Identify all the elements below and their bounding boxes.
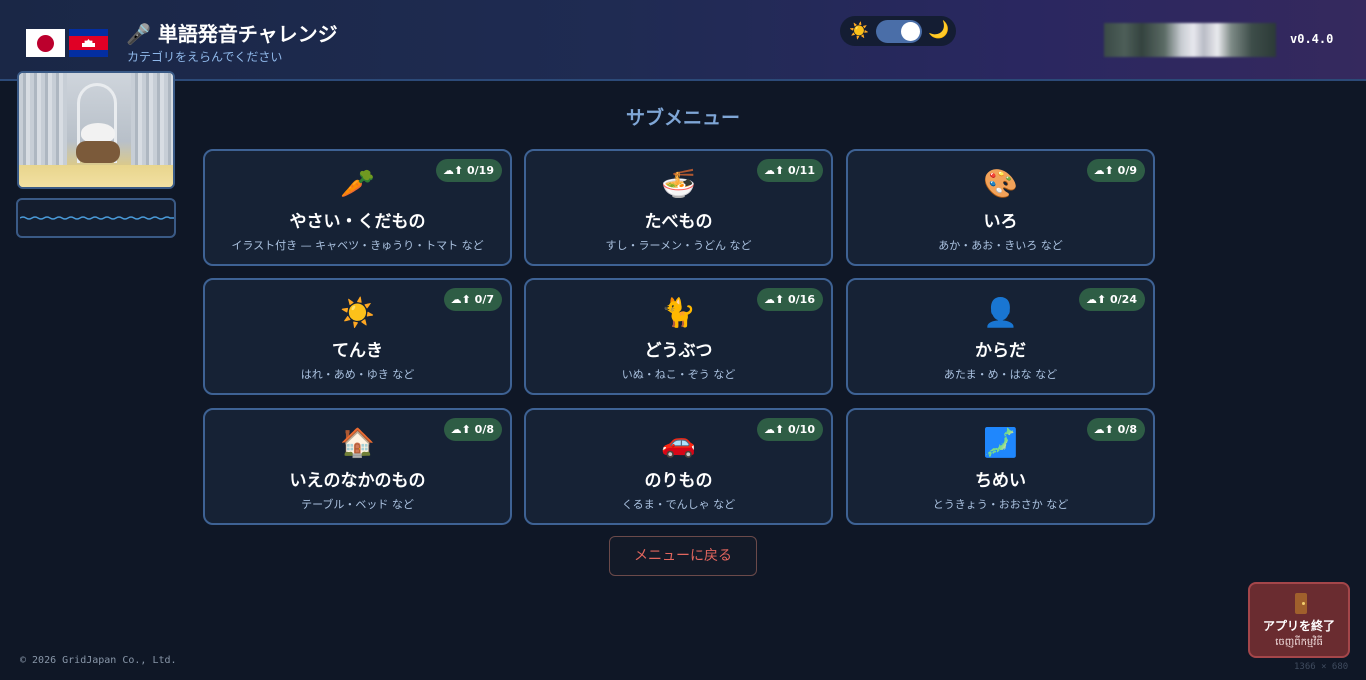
- category-label: いえのなかのもの: [289, 471, 426, 491]
- switch-knob: [901, 22, 920, 41]
- version-label: v0.4.0: [1290, 32, 1334, 46]
- app-subtitle: カテゴリをえらんでください: [127, 50, 283, 64]
- category-examples: はれ・あめ・ゆき など: [300, 368, 415, 381]
- exit-label: アプリを終了: [1262, 619, 1335, 633]
- category-card[interactable]: ☁⬆ 0/11 🍜 たべもの すし・ラーメン・うどん など: [524, 149, 833, 266]
- moon-icon: 🌙: [928, 20, 950, 40]
- category-card[interactable]: ☁⬆ 0/8 🏠 いえのなかのもの テーブル・ベッド など: [203, 408, 512, 525]
- exit-app-button[interactable]: アプリを終了 ចេញពីកម្មវិធី: [1248, 582, 1350, 658]
- category-icon: ☀️: [340, 296, 375, 329]
- category-examples: イラスト付き — キャベツ・きゅうり・トマト など: [231, 239, 484, 252]
- category-card[interactable]: ☁⬆ 0/10 🚗 のりもの くるま・でんしゃ など: [524, 408, 833, 525]
- app-title: 🎤 単語発音チャレンジ: [126, 18, 338, 47]
- category-icon: 🗾: [983, 426, 1018, 459]
- category-label: ちめい: [975, 471, 1026, 491]
- blurred-user-info: [1104, 23, 1276, 57]
- category-icon: 🐈: [661, 296, 696, 329]
- category-card[interactable]: ☁⬆ 0/19 🥕 やさい・くだもの イラスト付き — キャベツ・きゅうり・トマト な…: [203, 149, 512, 266]
- category-label: いろ: [983, 212, 1018, 232]
- sun-icon: ☀️: [849, 21, 869, 40]
- category-label: やさい・くだもの: [289, 212, 426, 232]
- category-examples: とうきょう・おおさか など: [932, 498, 1069, 511]
- app-title-text: 単語発音チャレンジ: [157, 22, 338, 46]
- cambodia-flag-icon[interactable]: [69, 29, 108, 57]
- theme-switch[interactable]: [876, 20, 922, 43]
- category-icon: 🥕: [340, 167, 375, 200]
- audio-waveform: [16, 198, 176, 238]
- resolution-text: 1366 × 680: [1294, 662, 1349, 672]
- category-icon: 🍜: [661, 167, 696, 200]
- back-to-menu-button[interactable]: メニューに戻る: [609, 536, 757, 576]
- copyright-text: © 2026 GridJapan Co., Ltd.: [20, 655, 177, 666]
- category-examples: すし・ラーメン・うどん など: [605, 239, 752, 252]
- category-card[interactable]: ☁⬆ 0/8 🗾 ちめい とうきょう・おおさか など: [846, 408, 1155, 525]
- category-label: たべもの: [644, 212, 713, 232]
- category-card[interactable]: ☁⬆ 0/9 🎨 いろ あか・あお・きいろ など: [846, 149, 1155, 266]
- category-examples: あたま・め・はな など: [943, 368, 1058, 381]
- exit-sublabel: ចេញពីកម្មវិធី: [1275, 637, 1323, 648]
- category-card[interactable]: ☁⬆ 0/7 ☀️ てんき はれ・あめ・ゆき など: [203, 278, 512, 395]
- category-examples: あか・あお・きいろ など: [938, 239, 1063, 252]
- category-examples: テーブル・ベッド など: [301, 498, 414, 511]
- category-label: からだ: [975, 341, 1026, 361]
- category-label: てんき: [332, 341, 383, 361]
- category-icon: 🚗: [661, 426, 696, 459]
- camera-preview: [17, 71, 175, 189]
- category-icon: 👤: [983, 296, 1018, 329]
- japan-flag-icon[interactable]: [26, 29, 65, 57]
- category-icon: 🎨: [983, 167, 1018, 200]
- category-label: どうぶつ: [644, 341, 713, 361]
- category-examples: くるま・でんしゃ など: [621, 498, 736, 511]
- microphone-icon: 🎤: [126, 22, 151, 46]
- category-label: のりもの: [644, 471, 713, 491]
- category-examples: いぬ・ねこ・ぞう など: [621, 368, 736, 381]
- section-title: サブメニュー: [625, 107, 740, 129]
- door-icon: [1295, 593, 1307, 614]
- theme-toggle[interactable]: ☀️ 🌙: [840, 16, 956, 46]
- category-card[interactable]: ☁⬆ 0/16 🐈 どうぶつ いぬ・ねこ・ぞう など: [524, 278, 833, 395]
- category-card[interactable]: ☁⬆ 0/24 👤 からだ あたま・め・はな など: [846, 278, 1155, 395]
- category-icon: 🏠: [340, 426, 375, 459]
- app-header: 🎤 単語発音チャレンジ カテゴリをえらんでください ☀️ 🌙 v0.4.0: [0, 0, 1366, 81]
